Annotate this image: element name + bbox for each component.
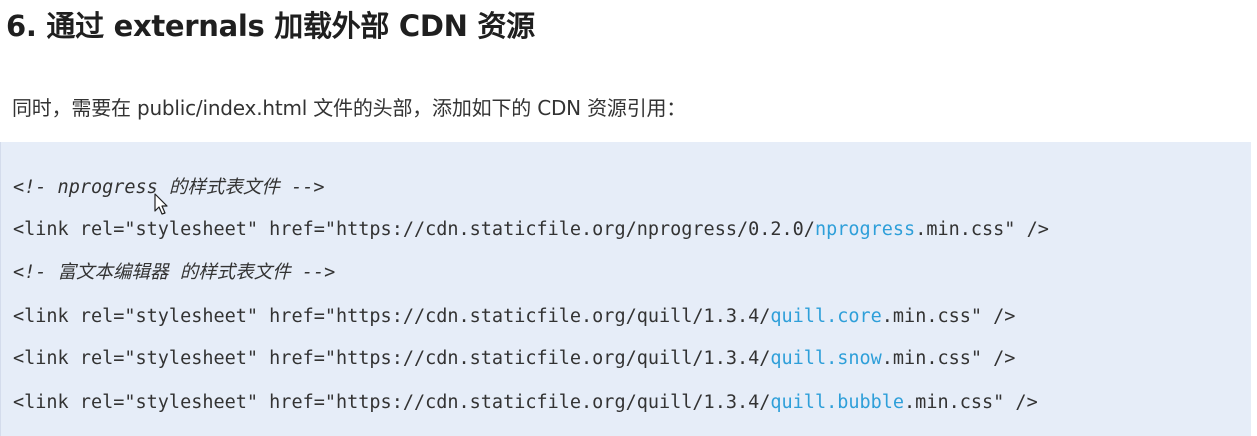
code-text: .min.css" /> — [915, 219, 1049, 240]
code-text: <link rel="stylesheet" href="https://cdn… — [13, 348, 771, 369]
code-text: .min.css" /> — [904, 392, 1038, 413]
code-block: <!- nprogress 的样式表文件 --> <link rel="styl… — [0, 142, 1251, 436]
code-comment-editor: <!- 富文本编辑器 的样式表文件 --> — [13, 262, 336, 283]
code-line-quill-bubble-link: <link rel="stylesheet" href="https://cdn… — [13, 388, 1038, 418]
code-text: .min.css" /> — [881, 348, 1016, 369]
code-text: <link rel="stylesheet" href="https://cdn… — [13, 392, 771, 413]
instruction-text: 同时，需要在 public/index.html 文件的头部，添加如下的 CDN… — [12, 96, 687, 120]
code-highlight: quill.snow — [770, 348, 882, 369]
mouse-pointer-icon — [154, 193, 168, 215]
code-highlight: quill.bubble — [770, 392, 905, 413]
code-line-nprogress-link: <link rel="stylesheet" href="https://cdn… — [13, 215, 1049, 245]
code-text: <link rel="stylesheet" href="https://cdn… — [13, 219, 815, 240]
code-line-quill-snow-link: <link rel="stylesheet" href="https://cdn… — [13, 344, 1015, 374]
section-heading: 6. 通过 externals 加载外部 CDN 资源 — [6, 9, 535, 43]
code-highlight: nprogress — [814, 219, 916, 240]
code-text: <link rel="stylesheet" href="https://cdn… — [13, 306, 771, 327]
code-line-quill-core-link: <link rel="stylesheet" href="https://cdn… — [13, 302, 1015, 332]
code-text: .min.css" /> — [881, 306, 1016, 327]
code-highlight: quill.core — [770, 306, 882, 327]
